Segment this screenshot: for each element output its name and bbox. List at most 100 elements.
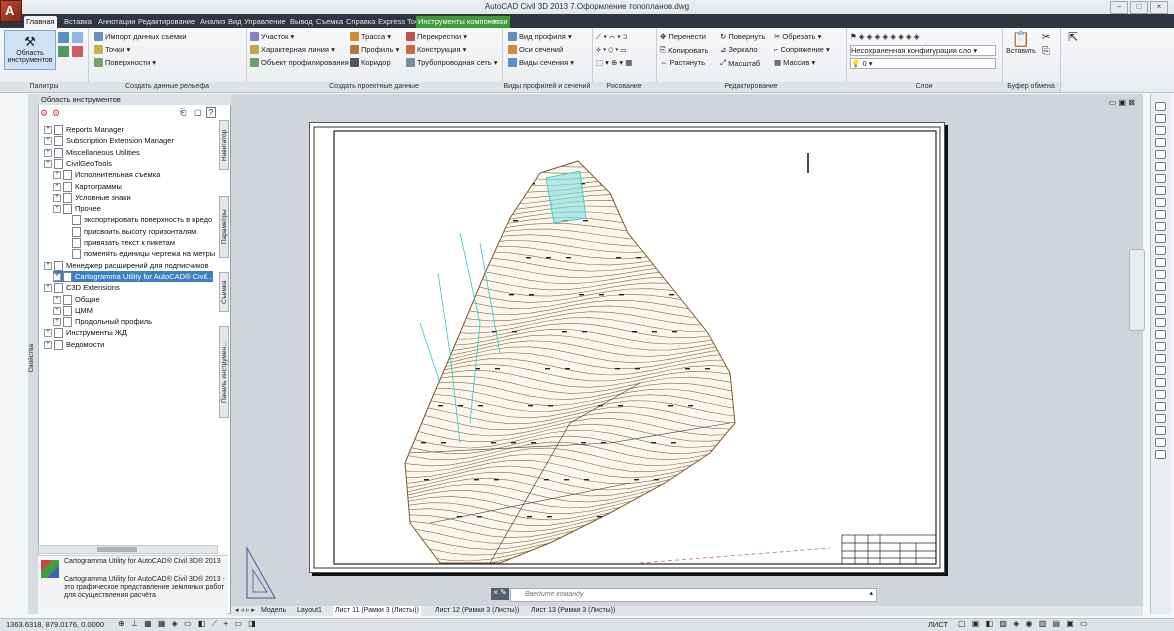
corridor-button[interactable]: Коридор (350, 58, 391, 67)
tree-item[interactable]: + Инструменты ЖД (44, 327, 127, 339)
tool-icon[interactable] (1155, 162, 1166, 171)
assembly-button[interactable]: Конструкция ▾ (406, 45, 466, 54)
command-history-icon[interactable]: ▴ (869, 589, 873, 597)
alignment-button[interactable]: Трасса ▾ (350, 32, 391, 41)
tool-icon[interactable] (1155, 198, 1166, 207)
feature-line-button[interactable]: Характерная линия ▾ (250, 45, 335, 54)
tool-icon[interactable] (1155, 102, 1166, 111)
panel-profile-views-label[interactable]: Виды профилей и сечений (502, 82, 592, 92)
tree-item[interactable]: + Общие (53, 294, 100, 305)
paper-space-label[interactable]: ЛИСТ (928, 620, 948, 629)
palette-title[interactable]: Область инструментов (38, 94, 231, 105)
tool-icon[interactable] (1155, 126, 1166, 135)
manager-icon[interactable]: ⚙ (52, 108, 60, 119)
layer-state-select[interactable]: Несохраненная конфигурация сло ▾ (850, 45, 996, 56)
expand-icon[interactable]: + (53, 193, 61, 202)
expand-icon[interactable]: + (53, 205, 61, 214)
tree-item[interactable]: привязать текст к пикетам (62, 237, 175, 249)
import-survey-button[interactable]: Импорт данных съемки (94, 32, 187, 41)
tool-icon[interactable] (1155, 378, 1166, 387)
panel-create-design-label[interactable]: Создать проектные данные (246, 82, 502, 92)
tool-icon[interactable] (1155, 426, 1166, 435)
tree-item[interactable]: + Прочее (53, 203, 101, 215)
panel-draw-label[interactable]: Рисование (592, 82, 656, 92)
viewport-controls[interactable]: ▭ ▣ ⊠ (1109, 98, 1135, 107)
tool-icon[interactable] (1155, 174, 1166, 183)
status-tray-icons[interactable]: ▢ ▣ ◧ ▨ ◈ ◉ ▥ ▤ ▣ ▭ (958, 619, 1090, 628)
cursor-coordinates[interactable]: 1363.6318, 879.0176, 0.0000 (6, 620, 104, 629)
tab-sheet-12[interactable]: Лист 12 (Рамки 3 (Листы)) (435, 606, 519, 616)
expand-icon[interactable]: + (53, 306, 61, 315)
palette-icon-1[interactable] (58, 32, 69, 43)
tool-icon[interactable] (1155, 114, 1166, 123)
close-button[interactable]: × (1150, 1, 1168, 14)
tool-icon[interactable] (1155, 210, 1166, 219)
tool-icon[interactable] (1155, 330, 1166, 339)
tree-item[interactable]: + C3D Extensions (44, 282, 120, 294)
tool-icon[interactable] (1155, 270, 1166, 279)
tab-survey[interactable]: Съемка (219, 272, 229, 312)
grading-button[interactable]: Объект профилирования ▾ (250, 58, 355, 67)
tab-settings[interactable]: Параметры (219, 196, 229, 258)
panel-clipboard-label[interactable]: Буфер обмена (1002, 82, 1060, 92)
application-menu-button[interactable]: A (0, 0, 22, 22)
tree-item[interactable]: поменять единицы чертежа на метры (62, 248, 215, 260)
line-tools[interactable]: ⟋ ▾ ⌒ ▾ ⊃ (596, 32, 627, 42)
mirror-button[interactable]: ⊿ Зеркало (720, 45, 758, 54)
tab-model[interactable]: Модель (261, 606, 286, 616)
tree-item[interactable]: + Исполнительная съемка (53, 169, 160, 181)
extension-icon[interactable]: ⚙ (40, 108, 48, 119)
tool-icon[interactable] (1155, 186, 1166, 195)
tree-item[interactable]: присвоить высоту горизонталям (62, 226, 196, 237)
profile-view-button[interactable]: Вид профиля ▾ (508, 32, 572, 41)
navigation-bar[interactable] (1129, 249, 1145, 331)
circle-tools[interactable]: ⟡ ▾ ⊙ ▾ ▭ (596, 45, 626, 55)
tool-icon[interactable] (1155, 450, 1166, 459)
expand-icon[interactable]: + (44, 126, 52, 135)
copy-button[interactable]: ⎘ Копировать (660, 45, 708, 55)
expand-icon[interactable]: + (44, 329, 52, 338)
pipe-network-button[interactable]: Трубопроводная сеть ▾ (406, 58, 498, 67)
tab-survey[interactable]: Съемка (314, 16, 345, 28)
tree-item[interactable]: + Условные знаки (53, 192, 131, 203)
palette-icon-3[interactable] (58, 46, 69, 57)
tab-manage[interactable]: Управление (242, 16, 288, 28)
array-button[interactable]: ▦ Массив ▾ (774, 58, 815, 67)
scale-button[interactable]: ⤢ Масштаб (720, 58, 760, 68)
tool-icon[interactable] (1155, 318, 1166, 327)
tree-item[interactable]: + Subscription Extension Manager (44, 135, 174, 147)
expand-icon[interactable]: + (44, 261, 52, 270)
tool-icon[interactable] (1155, 414, 1166, 423)
tool-icon[interactable] (1155, 282, 1166, 291)
profile-button[interactable]: Профиль ▾ (350, 45, 399, 54)
maximize-button[interactable]: □ (1130, 1, 1148, 14)
section-views-button[interactable]: Виды сечения ▾ (508, 58, 574, 67)
tool-icon[interactable] (1155, 390, 1166, 399)
command-close-icon[interactable]: × ✎ (491, 588, 509, 600)
tool-icon[interactable] (1155, 150, 1166, 159)
sample-lines-button[interactable]: Оси сечений (508, 45, 563, 54)
tab-sheet-11[interactable]: Лист 11 (Рамки 3 (Листы)) (333, 606, 421, 616)
tree-item[interactable]: + ЦММ (53, 305, 93, 316)
current-layer-select[interactable]: 💡 0 ▾ (850, 58, 996, 69)
expand-icon[interactable]: + (53, 171, 61, 180)
tree-item[interactable]: + Ведомости (44, 339, 104, 350)
toolspace-button[interactable]: ⚒ Область инструментов (4, 30, 56, 70)
tab-home[interactable]: Главная (24, 16, 57, 28)
palette-horizontal-scrollbar[interactable] (38, 545, 218, 554)
scroll-thumb[interactable] (97, 547, 137, 552)
copy-clip-icon[interactable]: ⎘ (1042, 46, 1050, 57)
tab-annotate[interactable]: Аннотации (96, 16, 138, 28)
expand-icon[interactable]: + (53, 318, 61, 327)
parcel-button[interactable]: Участок ▾ (250, 32, 294, 41)
intersections-button[interactable]: Перекрестки ▾ (406, 32, 467, 41)
expand-icon[interactable]: + (44, 340, 52, 349)
tab-layout1[interactable]: Layout1 (297, 606, 322, 616)
tab-insert[interactable]: Вставка (62, 16, 94, 28)
palette-side-strip[interactable]: Свойства (28, 94, 39, 614)
tool-icon[interactable] (1155, 138, 1166, 147)
fillet-button[interactable]: ⌐ Сопряжение ▾ (774, 45, 830, 54)
tree-item[interactable]: + Cartogramma Utility for AutoCAD® Civil.… (53, 270, 214, 282)
tab-modify[interactable]: Редактирование (136, 16, 197, 28)
tool-icon[interactable] (1155, 354, 1166, 363)
